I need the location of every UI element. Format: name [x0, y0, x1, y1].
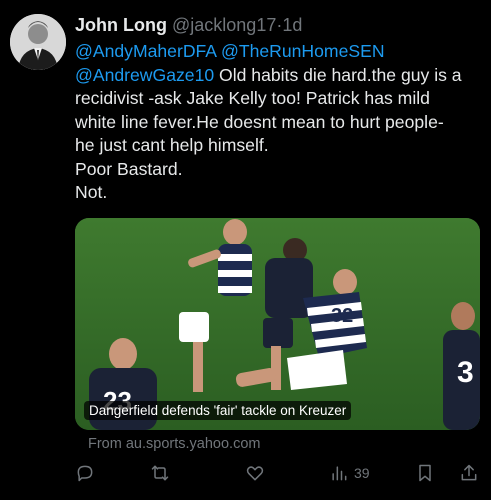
link-card-caption: Dangerfield defends 'fair' tackle on Kre… — [84, 401, 352, 420]
retweet-button[interactable] — [150, 461, 170, 485]
bookmark-icon — [419, 464, 431, 482]
like-icon — [246, 466, 264, 481]
mention-link[interactable]: @AndyMaherDFA — [75, 41, 216, 61]
tweet-text-line: Poor Bastard. — [75, 158, 183, 179]
jersey-number: 32 — [331, 305, 353, 327]
share-icon — [461, 464, 477, 481]
timestamp[interactable]: 1d — [282, 15, 302, 35]
avatar-photo — [10, 14, 66, 70]
views-button[interactable]: 39 — [329, 461, 370, 485]
tweet-text-line: Not. — [75, 182, 108, 202]
views-count: 39 — [354, 465, 370, 481]
tweet-text-line: he just cant help himself. — [75, 135, 269, 155]
bookmark-button[interactable] — [415, 461, 435, 485]
tweet-text-line: recidivist -ask Jake Kelly too! Patrick … — [75, 88, 430, 108]
like-button[interactable] — [245, 461, 265, 485]
link-source[interactable]: From au.sports.yahoo.com — [88, 436, 260, 452]
tweet-header: John Long @jacklong17·1d — [75, 14, 302, 36]
tweet-text: @AndyMaherDFA @TheRunHomeSEN @AndrewGaze… — [75, 40, 480, 205]
share-button[interactable] — [459, 461, 479, 485]
author-handle[interactable]: @jacklong17 — [172, 15, 276, 35]
views-icon — [332, 466, 347, 481]
mention-link[interactable]: @AndrewGaze10 — [75, 65, 214, 85]
reply-button[interactable] — [75, 461, 95, 485]
tweet-text-line: white line fever.He doesnt mean to hurt … — [75, 111, 444, 132]
tweet-text-line: Old habits die hard.the guy is a — [219, 64, 462, 85]
football-tackle-photo: 32 3 23 — [75, 218, 480, 430]
avatar[interactable] — [10, 14, 66, 70]
mention-link[interactable]: @TheRunHomeSEN — [221, 41, 385, 61]
jersey-number: 3 — [457, 356, 474, 389]
retweet-icon — [151, 465, 169, 481]
link-card-image[interactable]: 32 3 23 Dangerfield defends 'fair' tackl… — [75, 218, 480, 430]
reply-icon — [77, 465, 93, 482]
author-name[interactable]: John Long — [75, 15, 167, 35]
action-bar: 39 — [0, 455, 491, 491]
